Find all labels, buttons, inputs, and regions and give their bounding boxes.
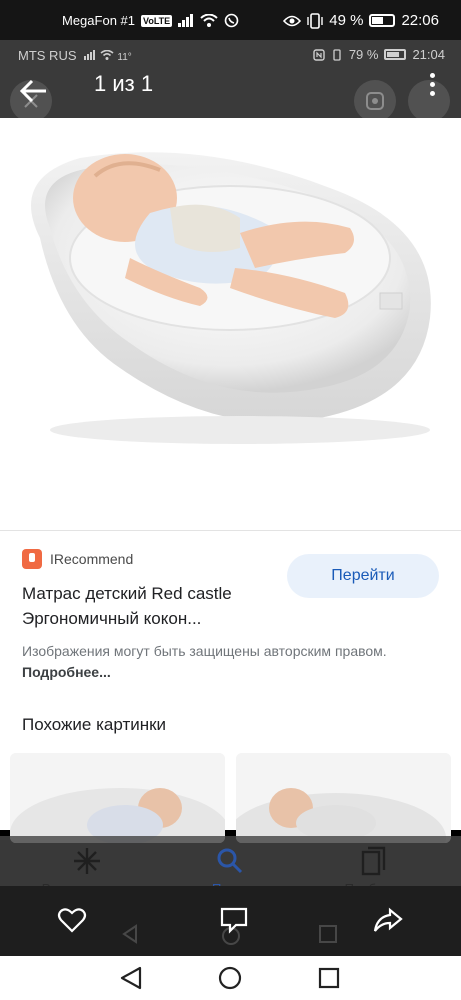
nav-recents-icon[interactable] xyxy=(316,965,342,991)
heart-icon[interactable] xyxy=(56,904,88,936)
result-info-panel: IRecommend Матрас детский Red castle Эрг… xyxy=(0,530,461,843)
inner-carrier-name: MTS RUS xyxy=(18,48,77,63)
inner-status-right: 79 % 21:04 xyxy=(313,47,445,62)
inner-carrier: MTS RUS 11° xyxy=(18,48,132,63)
nfc-icon xyxy=(313,48,325,61)
image-action-bar xyxy=(0,886,461,956)
ghost-back-icon xyxy=(122,924,137,944)
similar-photo xyxy=(236,753,451,843)
source-row[interactable]: IRecommend xyxy=(22,549,133,569)
sparkle-icon xyxy=(74,848,100,874)
clock: 22:06 xyxy=(401,12,439,29)
visit-button[interactable]: Перейти xyxy=(287,554,439,598)
inner-temperature: 11° xyxy=(117,52,132,63)
copyright-text: Изображения могут быть защищены авторски… xyxy=(22,643,387,659)
carrier-name: MegaFon #1 xyxy=(62,13,135,28)
learn-more-link[interactable]: Подробнее... xyxy=(22,664,111,680)
main-image[interactable] xyxy=(0,118,461,530)
similar-image-thumb[interactable] xyxy=(236,753,451,843)
result-title[interactable]: Матрас детский Red castle Эргономичный к… xyxy=(22,581,272,631)
image-counter: 1 из 1 xyxy=(94,71,154,96)
similar-images-heading: Похожие картинки xyxy=(22,715,167,734)
similar-photo xyxy=(10,753,225,843)
signal-icon xyxy=(178,14,194,27)
result-title-line-1: Матрас детский Red castle xyxy=(22,584,232,603)
source-name: IRecommend xyxy=(50,551,134,567)
collections-icon xyxy=(361,846,386,876)
carrier-group: MegaFon #1 VoLTE xyxy=(62,13,239,28)
inner-clock: 21:04 xyxy=(412,47,445,62)
similar-image-thumb[interactable] xyxy=(10,753,225,843)
irecommend-logo-icon xyxy=(22,549,42,569)
whatsapp-icon xyxy=(224,13,239,28)
eye-icon xyxy=(283,15,302,26)
status-right: 49 % 22:06 xyxy=(283,12,439,29)
inner-wifi-icon xyxy=(100,49,114,60)
inner-signal-icon xyxy=(84,50,96,60)
vibrate-icon xyxy=(307,12,323,29)
nav-home-icon[interactable] xyxy=(217,965,243,991)
share-icon[interactable] xyxy=(372,904,404,936)
system-nav-bar xyxy=(0,956,461,1000)
inner-status-bar: MTS RUS 11° 79 % 21:04 xyxy=(0,40,461,70)
product-photo xyxy=(31,152,431,444)
search-icon xyxy=(217,848,243,874)
ghost-recents-icon xyxy=(319,925,337,943)
inner-battery-icon xyxy=(384,49,407,60)
back-button[interactable] xyxy=(18,78,54,108)
volte-badge: VoLTE xyxy=(141,14,173,27)
more-vert-icon[interactable] xyxy=(427,70,437,100)
arrow-left-icon xyxy=(19,79,46,103)
inner-vibrate-icon xyxy=(333,48,341,61)
ghost-home-icon xyxy=(222,927,240,945)
status-bar: MegaFon #1 VoLTE 49 % 22:06 xyxy=(0,0,461,40)
battery-icon xyxy=(369,14,396,27)
battery-percent: 49 % xyxy=(329,12,364,29)
result-title-line-2: Эргономичный кокон... xyxy=(22,609,202,628)
nav-back-icon[interactable] xyxy=(118,965,144,991)
wifi-icon xyxy=(200,14,218,27)
copyright-notice: Изображения могут быть защищены авторски… xyxy=(22,641,422,683)
viewer-top-bar: 1 из 1 xyxy=(0,70,461,122)
inner-battery-percent: 79 % xyxy=(348,47,379,62)
lens-icon xyxy=(366,92,384,110)
lens-button[interactable] xyxy=(354,80,396,122)
